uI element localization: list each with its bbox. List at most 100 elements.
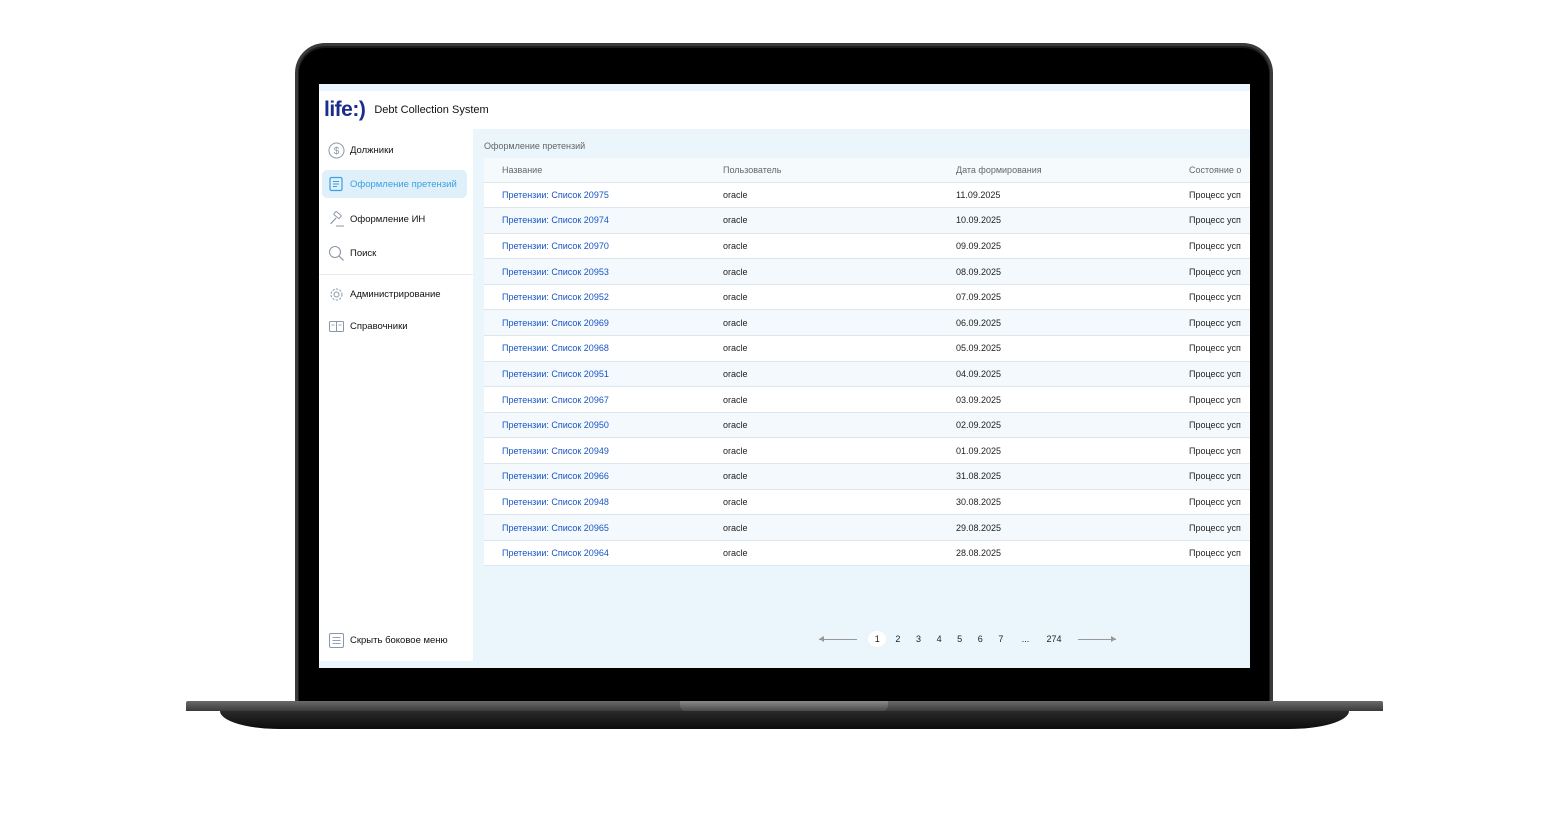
sidebar-item-label: Оформление ИН (350, 213, 426, 225)
page-number[interactable]: 6 (971, 631, 989, 647)
gear-icon (327, 285, 345, 303)
sidebar: $ Должники Оформление претензий Оформлен… (319, 129, 473, 661)
page-number[interactable]: 1 (868, 631, 887, 647)
table-row[interactable]: Претензии: Список 20970 oracle 09.09.2025 П… (484, 233, 1250, 260)
table-row[interactable]: Претензии: Список 20975 oracle 11.09.2025 П… (484, 182, 1250, 209)
cell-date: 03.09.2025 (938, 386, 1171, 413)
page-number[interactable]: 3 (909, 631, 927, 647)
cell-name[interactable]: Претензии: Список 20965 (484, 514, 705, 541)
cell-date: 06.09.2025 (938, 309, 1171, 337)
column-header-date[interactable]: Дата формирования (938, 158, 1171, 183)
column-header-name[interactable]: Название (484, 158, 705, 183)
menu-list-icon (327, 631, 345, 649)
page-number[interactable]: 7 (992, 631, 1010, 647)
table-row[interactable]: Претензии: Список 20969 oracle 06.09.2025 П… (484, 309, 1250, 337)
table-row[interactable]: Претензии: Список 20974 oracle 10.09.2025 П… (484, 207, 1250, 234)
cell-name[interactable]: Претензии: Список 20974 (484, 207, 705, 234)
cell-name[interactable]: Претензии: Список 20966 (484, 463, 705, 490)
cell-user: oracle (705, 258, 938, 285)
cell-name[interactable]: Претензии: Список 20953 (484, 258, 705, 285)
cell-status: Процесс усп (1171, 284, 1250, 311)
brand-logo[interactable]: life:) (324, 98, 366, 122)
column-header-user[interactable]: Пользователь (705, 158, 938, 183)
page-number: ... (1021, 634, 1030, 644)
cell-user: oracle (705, 207, 938, 234)
cell-date: 05.09.2025 (938, 335, 1171, 362)
cell-name[interactable]: Претензии: Список 20969 (484, 309, 705, 337)
table-row[interactable]: Претензии: Список 20952 oracle 07.09.2025 П… (484, 284, 1250, 311)
table-header-row: Название Пользователь Дата формирования … (484, 158, 1250, 183)
page-title: Оформление претензий (484, 141, 586, 151)
sidebar-item-debtors[interactable]: $ Должники (322, 136, 467, 164)
cell-user: oracle (705, 514, 938, 541)
sidebar-item-reference[interactable]: Справочники (322, 312, 467, 340)
cell-name[interactable]: Претензии: Список 20967 (484, 386, 705, 413)
cell-date: 02.09.2025 (938, 412, 1171, 439)
page-number[interactable]: 2 (889, 631, 907, 647)
cell-user: oracle (705, 284, 938, 311)
cell-status: Процесс усп (1171, 207, 1250, 234)
cell-date: 09.09.2025 (938, 233, 1171, 260)
cell-date: 31.08.2025 (938, 463, 1171, 490)
app-title: Debt Collection System (374, 104, 489, 116)
sidebar-item-search[interactable]: Поиск (322, 239, 467, 267)
cell-status: Процесс усп (1171, 309, 1250, 337)
table-row[interactable]: Претензии: Список 20965 oracle 29.08.2025 П… (484, 514, 1250, 541)
cell-user: oracle (705, 386, 938, 413)
cell-name[interactable]: Претензии: Список 20952 (484, 284, 705, 311)
cell-name[interactable]: Претензии: Список 20964 (484, 540, 705, 567)
cell-user: oracle (705, 437, 938, 465)
cell-date: 29.08.2025 (938, 514, 1171, 541)
cell-user: oracle (705, 463, 938, 490)
cell-name[interactable]: Претензии: Список 20968 (484, 335, 705, 362)
top-bar: life:) Debt Collection System (319, 91, 1250, 129)
table-row[interactable]: Претензии: Список 20951 oracle 04.09.2025 П… (484, 361, 1250, 388)
cell-status: Процесс усп (1171, 540, 1250, 567)
sidebar-item-claims[interactable]: Оформление претензий (322, 170, 467, 198)
sidebar-item-in[interactable]: Оформление ИН (322, 205, 467, 233)
table-row[interactable]: Претензии: Список 20966 oracle 31.08.2025 П… (484, 463, 1250, 490)
cell-name[interactable]: Претензии: Список 20948 (484, 489, 705, 516)
svg-text:$: $ (333, 146, 339, 157)
document-icon (327, 175, 345, 193)
cell-date: 30.08.2025 (938, 489, 1171, 516)
next-page-arrow-icon[interactable] (1078, 635, 1117, 642)
table-row[interactable]: Претензии: Список 20968 oracle 05.09.2025 П… (484, 335, 1250, 362)
page-number[interactable]: 274 (1041, 631, 1067, 647)
cell-date: 08.09.2025 (938, 258, 1171, 285)
cell-status: Процесс усп (1171, 361, 1250, 388)
claims-table: Название Пользователь Дата формирования … (484, 158, 1250, 567)
cell-name[interactable]: Претензии: Список 20949 (484, 437, 705, 465)
table-row[interactable]: Претензии: Список 20950 oracle 02.09.2025 П… (484, 412, 1250, 439)
cell-name[interactable]: Претензии: Список 20951 (484, 361, 705, 388)
prev-page-arrow-icon[interactable] (819, 635, 857, 642)
hide-sidebar-button[interactable]: Скрыть боковое меню (322, 626, 467, 654)
table-row[interactable]: Претензии: Список 20953 oracle 08.09.2025 П… (484, 258, 1250, 285)
cell-status: Процесс усп (1171, 386, 1250, 413)
cell-user: oracle (705, 309, 938, 337)
page-number[interactable]: 4 (930, 631, 948, 647)
table-row[interactable]: Претензии: Список 20964 oracle 28.08.2025 П… (484, 540, 1250, 567)
cell-status: Процесс усп (1171, 463, 1250, 490)
sidebar-item-admin[interactable]: Администрирование (322, 280, 467, 308)
pagination: 1 2 3 4 5 6 7... 274 (809, 631, 1126, 647)
table-row[interactable]: Претензии: Список 20949 oracle 01.09.2025 П… (484, 437, 1250, 465)
cell-name[interactable]: Претензии: Список 20975 (484, 182, 705, 209)
search-icon (327, 244, 345, 262)
cell-date: 11.09.2025 (938, 182, 1171, 209)
table-row[interactable]: Претензии: Список 20948 oracle 30.08.2025 П… (484, 489, 1250, 516)
table-body: Претензии: Список 20975 oracle 11.09.2025 П… (484, 182, 1250, 567)
table-row[interactable]: Претензии: Список 20967 oracle 03.09.2025 П… (484, 386, 1250, 413)
page-number[interactable]: 5 (951, 631, 969, 647)
book-icon (327, 317, 345, 335)
sidebar-item-label: Поиск (350, 247, 377, 259)
cell-user: oracle (705, 489, 938, 516)
cell-status: Процесс усп (1171, 335, 1250, 362)
laptop-notch (680, 701, 888, 711)
cell-name[interactable]: Претензии: Список 20950 (484, 412, 705, 439)
column-header-status[interactable]: Состояние о (1171, 158, 1250, 183)
sidebar-item-label: Оформление претензий (350, 178, 457, 190)
cell-user: oracle (705, 182, 938, 209)
cell-name[interactable]: Претензии: Список 20970 (484, 233, 705, 260)
cell-date: 10.09.2025 (938, 207, 1171, 234)
